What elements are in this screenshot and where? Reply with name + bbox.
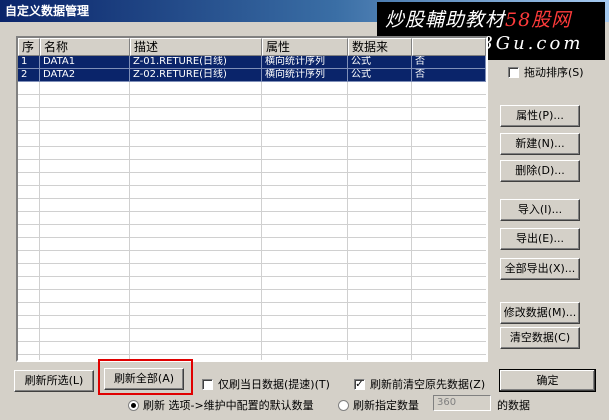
list-grid-lines (18, 82, 486, 360)
radio-specified-label: 刷新指定数量 (353, 399, 419, 412)
watermark-text: 炒股輔助教材 (385, 9, 506, 31)
column-header-name[interactable]: 名称 (40, 38, 130, 56)
cell-description: Z-02.RETURE(日线) (130, 69, 262, 82)
cell-index: 2 (18, 69, 40, 82)
delete-button[interactable]: 删除(D)... (500, 160, 580, 182)
radio-button[interactable] (128, 399, 139, 411)
radio-dot-icon (131, 402, 136, 408)
cell-source: 公式 (348, 69, 412, 82)
column-header-extra[interactable] (412, 38, 486, 56)
cell-index: 1 (18, 56, 40, 69)
window-title: 自定义数据管理 (5, 4, 90, 18)
ok-button[interactable]: 确定 (499, 369, 596, 392)
cell-source: 公式 (348, 56, 412, 69)
cell-attribute: 横向统计序列 (262, 56, 348, 69)
cell-name: DATA2 (40, 69, 130, 82)
count-input[interactable]: 360 (433, 395, 491, 411)
cell-description: Z-01.RETURE(日线) (130, 56, 262, 69)
cell-name: DATA1 (40, 56, 130, 69)
refresh-all-button[interactable]: 刷新全部(A) (104, 368, 184, 390)
clear-before-label: 刷新前清空原先数据(Z) (370, 378, 486, 391)
clear-data-button[interactable]: 清空数据(C) (500, 327, 580, 349)
cell-attribute: 横向统计序列 (262, 69, 348, 82)
radio-specified-count[interactable]: 刷新指定数量 (338, 397, 419, 413)
only-today-checkbox[interactable]: 仅刷当日数据(提速)(T) (202, 376, 330, 392)
checkbox-box[interactable] (508, 66, 519, 78)
watermark-line1: 炒股輔助教材58股网 (385, 5, 571, 32)
export-button[interactable]: 导出(E)... (500, 228, 580, 250)
column-header-index[interactable]: 序 (18, 38, 40, 56)
cell-extra: 否 (412, 56, 486, 69)
drag-sort-label: 拖动排序(S) (524, 66, 584, 79)
column-header-description[interactable]: 描述 (130, 38, 262, 56)
table-row[interactable]: 2 DATA2 Z-02.RETURE(日线) 横向统计序列 公式 否 (18, 69, 486, 82)
count-suffix-label: 的数据 (497, 399, 530, 412)
column-header-attribute[interactable]: 属性 (262, 38, 348, 56)
new-button[interactable]: 新建(N)... (500, 133, 580, 155)
refresh-selected-button[interactable]: 刷新所选(L) (14, 370, 94, 392)
cell-extra: 否 (412, 69, 486, 82)
column-header-source[interactable]: 数据来 (348, 38, 412, 56)
data-list[interactable]: 序 名称 描述 属性 数据来 1 DATA1 Z-01.RETURE(日线) 横… (16, 36, 488, 362)
export-all-button[interactable]: 全部导出(X)... (500, 258, 580, 280)
radio-default-count[interactable]: 刷新 选项->维护中配置的默认数量 (128, 397, 314, 413)
list-header: 序 名称 描述 属性 数据来 (18, 38, 486, 56)
checkbox-box[interactable] (202, 378, 213, 390)
properties-button[interactable]: 属性(P)... (500, 105, 580, 127)
clear-before-refresh-checkbox[interactable]: ✓ 刷新前清空原先数据(Z) (354, 376, 485, 392)
radio-default-label: 刷新 选项->维护中配置的默认数量 (143, 399, 314, 412)
table-row[interactable]: 1 DATA1 Z-01.RETURE(日线) 横向统计序列 公式 否 (18, 56, 486, 69)
modify-data-button[interactable]: 修改数据(M)... (500, 302, 580, 324)
only-today-label: 仅刷当日数据(提速)(T) (218, 378, 330, 391)
watermark-accent: 58股网 (505, 9, 572, 31)
import-button[interactable]: 导入(I)... (500, 199, 580, 221)
drag-sort-checkbox[interactable]: 拖动排序(S) (508, 64, 584, 80)
checkbox-box[interactable]: ✓ (354, 378, 365, 390)
radio-button[interactable] (338, 399, 349, 411)
